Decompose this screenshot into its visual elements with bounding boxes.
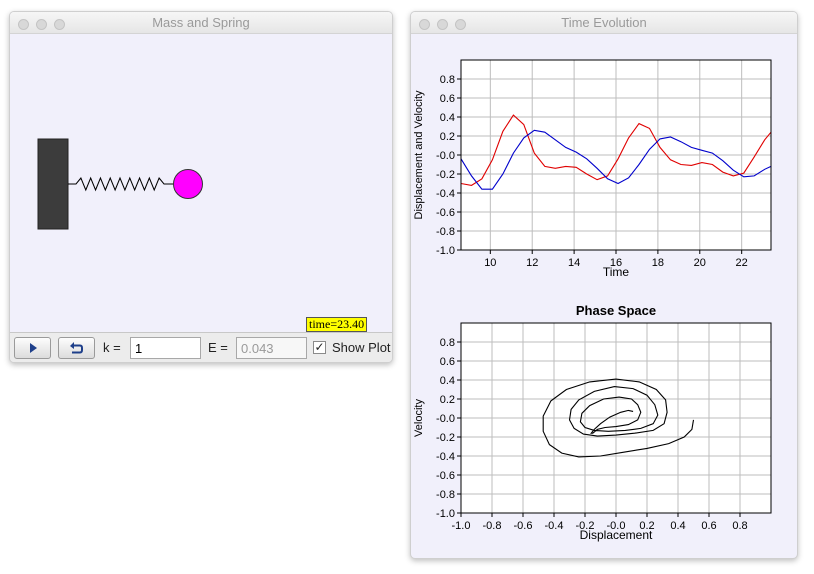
control-toolbar: k = E = ✓ Show Plot — [10, 332, 392, 362]
play-icon — [30, 343, 37, 353]
wall-block — [37, 138, 69, 230]
y-tick-label: -0.4 — [436, 451, 455, 463]
reset-button[interactable] — [58, 337, 95, 359]
y-tick-label: -0.8 — [436, 226, 455, 238]
time-evolution-titlebar[interactable]: Time Evolution — [411, 12, 797, 34]
mass-spring-window: Mass and Spring time=23.40 k = E = ✓ Sho… — [9, 11, 393, 363]
mass-spring-titlebar[interactable]: Mass and Spring — [10, 12, 392, 34]
plots-canvas: 10 12 14 16 18 20 220.80.60.40.2-0.0-0.2-0.4-0… — [413, 59, 772, 542]
mass-spring-title: Mass and Spring — [152, 15, 250, 30]
x-tick-label: 0.6 — [701, 520, 716, 532]
y-tick-label: -0.0 — [436, 150, 455, 162]
y-tick-label: -1.0 — [436, 245, 455, 257]
y-tick-label: -0.6 — [436, 470, 455, 482]
x-tick-label: 12 — [526, 257, 538, 269]
e-label: E = — [208, 340, 228, 355]
x-tick-label: 0.4 — [670, 520, 685, 532]
mass-ball[interactable] — [173, 169, 203, 199]
x-axis-label: Displacement — [580, 528, 653, 542]
play-button[interactable] — [14, 337, 51, 359]
y-axis-label: Velocity — [413, 399, 425, 437]
k-input[interactable] — [130, 337, 201, 359]
phase-space-plot: -1.0 -0.8 -0.6 -0.4 -0.2 -0.0 0.2 0.4 0.6 0.8 0.8 0… — [413, 303, 772, 542]
chart-title: Phase Space — [576, 303, 656, 318]
y-tick-label: -0.6 — [436, 207, 455, 219]
show-plot-checkbox[interactable]: ✓ — [313, 341, 326, 354]
y-tick-label: -0.4 — [436, 188, 455, 200]
y-tick-label: -0.2 — [436, 432, 455, 444]
time-readout: time=23.40 — [306, 317, 368, 332]
y-tick-label: 0.6 — [440, 93, 455, 105]
y-tick-label: -1.0 — [436, 508, 455, 520]
y-tick-label: 0.2 — [440, 394, 455, 406]
energy-field — [236, 337, 307, 359]
y-tick-label: -0.2 — [436, 169, 455, 181]
y-tick-label: 0.4 — [440, 375, 455, 387]
y-axis-label: Displacement and Velocity — [413, 90, 425, 220]
x-tick-label: 20 — [694, 257, 706, 269]
x-tick-label: 0.8 — [732, 520, 747, 532]
x-tick-label: -0.4 — [545, 520, 564, 532]
y-tick-label: -0.0 — [436, 413, 455, 425]
y-tick-label: 0.6 — [440, 356, 455, 368]
x-axis-label: Time — [603, 265, 630, 279]
time-evolution-title: Time Evolution — [561, 15, 647, 30]
y-tick-label: -0.8 — [436, 489, 455, 501]
show-plot-label[interactable]: Show Plot — [332, 340, 391, 355]
spring — [68, 176, 174, 192]
x-tick-label: -0.6 — [514, 520, 533, 532]
simulation-canvas — [37, 138, 203, 230]
reset-icon — [70, 342, 83, 354]
y-tick-label: 0.2 — [440, 131, 455, 143]
x-tick-label: -1.0 — [452, 520, 471, 532]
y-tick-label: 0.8 — [440, 337, 455, 349]
x-tick-label: 10 — [484, 257, 496, 269]
x-tick-label: 18 — [652, 257, 664, 269]
time-evolution-window: Time Evolution 10 12 14 16 18 20 22 0.8 0.6 0.4 0.… — [410, 11, 798, 559]
x-tick-label: 22 — [736, 257, 748, 269]
y-tick-label: 0.8 — [440, 74, 455, 86]
x-tick-label: 14 — [568, 257, 580, 269]
check-icon: ✓ — [314, 340, 325, 354]
time-evolution-plot: 10 12 14 16 18 20 220.80.60.40.2-0.0-0.2-0.4-0… — [413, 59, 772, 279]
y-tick-label: 0.4 — [440, 112, 455, 124]
k-label: k = — [103, 340, 121, 355]
x-tick-label: -0.8 — [483, 520, 502, 532]
